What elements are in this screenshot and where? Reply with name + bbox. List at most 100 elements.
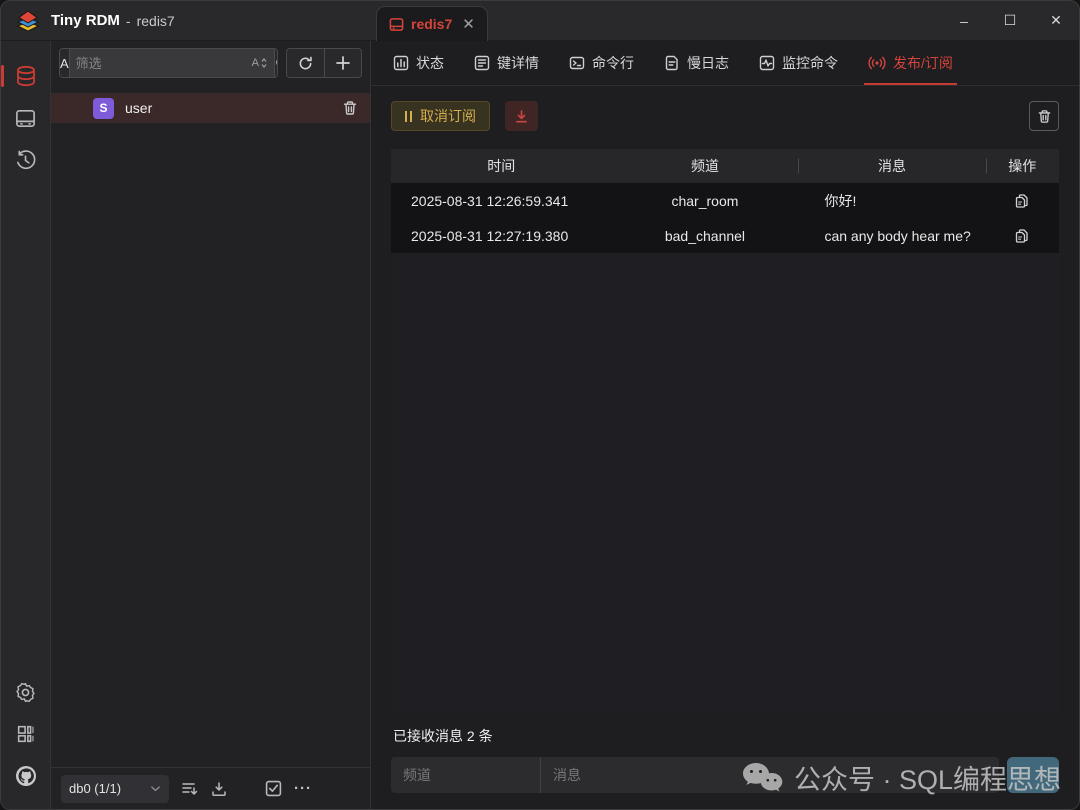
tab-status[interactable]: 状态 bbox=[393, 41, 444, 85]
trash-icon bbox=[342, 100, 358, 116]
key-type-badge: S bbox=[93, 98, 114, 119]
titlebar: Tiny RDM - redis7 redis7 ✕ – ☐ ✕ bbox=[1, 1, 1079, 41]
checkbox-icon bbox=[265, 780, 282, 797]
db-selector-value: db0 (1/1) bbox=[69, 781, 121, 796]
minimize-button[interactable]: – bbox=[941, 1, 987, 40]
window-controls: – ☐ ✕ bbox=[941, 1, 1079, 40]
cell-channel: bad_channel bbox=[611, 228, 798, 244]
app-title: Tiny RDM bbox=[51, 12, 120, 29]
main-content: 状态 键详情 命令行 bbox=[371, 41, 1079, 809]
key-name: user bbox=[125, 100, 342, 116]
clear-messages-button[interactable] bbox=[1029, 101, 1059, 131]
unsubscribe-button[interactable]: 取消订阅 bbox=[391, 101, 490, 131]
import-button[interactable] bbox=[211, 781, 227, 797]
database-icon bbox=[14, 64, 38, 88]
tab-close-icon[interactable]: ✕ bbox=[462, 17, 475, 32]
server-icon bbox=[389, 17, 404, 32]
filter-input[interactable] bbox=[76, 56, 252, 71]
tab-pubsub[interactable]: 发布/订阅 bbox=[868, 41, 953, 85]
tab-cli-label: 命令行 bbox=[592, 53, 634, 73]
table-empty-area bbox=[391, 253, 1059, 713]
key-tree: S user bbox=[51, 85, 370, 767]
cell-message: 你好! bbox=[798, 191, 985, 211]
titlebar-connection: redis7 bbox=[137, 13, 175, 29]
received-summary: 已接收消息 2 条 bbox=[393, 726, 1057, 746]
match-mode-button[interactable]: A bbox=[60, 49, 70, 77]
bar-chart-icon bbox=[393, 55, 409, 71]
titlebar-separator: - bbox=[126, 13, 131, 29]
tab-monitor-label: 监控命令 bbox=[782, 53, 838, 73]
header-message: 消息 bbox=[798, 156, 985, 176]
cell-channel: char_room bbox=[611, 193, 798, 209]
cell-time: 2025-08-31 12:27:19.380 bbox=[391, 228, 611, 244]
pubsub-view: 取消订阅 bbox=[371, 86, 1079, 809]
rail-item-browser[interactable] bbox=[6, 55, 46, 97]
history-clock-icon bbox=[14, 149, 37, 172]
publish-message-input[interactable] bbox=[541, 757, 999, 793]
table-row: 2025-08-31 12:27:19.380 bad_channel can … bbox=[391, 218, 1059, 253]
tab-key-detail-label: 键详情 bbox=[497, 53, 539, 73]
connection-tab[interactable]: redis7 ✕ bbox=[376, 6, 488, 41]
refresh-button[interactable] bbox=[287, 49, 324, 77]
cell-time: 2025-08-31 12:26:59.341 bbox=[391, 193, 611, 209]
pause-icon bbox=[405, 111, 412, 122]
plus-icon bbox=[336, 56, 350, 70]
browser-panel: A A bbox=[51, 41, 371, 809]
app-logo-icon bbox=[15, 8, 41, 34]
view-tabs: 状态 键详情 命令行 bbox=[371, 41, 1079, 86]
gear-icon bbox=[14, 681, 37, 704]
export-messages-button[interactable] bbox=[505, 101, 538, 131]
more-actions-button[interactable]: ··· bbox=[294, 780, 312, 797]
refresh-icon bbox=[298, 56, 313, 71]
tab-slow-log[interactable]: 慢日志 bbox=[664, 41, 729, 85]
slow-log-icon bbox=[664, 55, 680, 71]
header-channel: 频道 bbox=[611, 156, 798, 176]
publish-button[interactable] bbox=[1007, 757, 1059, 793]
tab-cli[interactable]: 命令行 bbox=[569, 41, 634, 85]
trash-icon bbox=[1037, 109, 1052, 124]
tab-pubsub-label: 发布/订阅 bbox=[893, 53, 953, 73]
unsubscribe-label: 取消订阅 bbox=[420, 106, 476, 126]
close-button[interactable]: ✕ bbox=[1033, 1, 1079, 40]
tab-monitor[interactable]: 监控命令 bbox=[759, 41, 838, 85]
rail-item-settings[interactable] bbox=[6, 671, 46, 713]
publish-channel-input[interactable] bbox=[391, 757, 540, 793]
broadcast-icon bbox=[868, 55, 886, 71]
rail-item-report[interactable] bbox=[6, 713, 46, 755]
checkbox-mode-button[interactable] bbox=[265, 780, 282, 797]
copy-message-button[interactable] bbox=[1014, 228, 1030, 244]
import-icon bbox=[211, 781, 227, 797]
tab-slow-log-label: 慢日志 bbox=[687, 53, 729, 73]
chevron-down-icon bbox=[150, 783, 161, 794]
terminal-icon bbox=[569, 55, 585, 71]
copy-icon bbox=[1014, 193, 1030, 209]
add-key-button[interactable] bbox=[324, 49, 361, 77]
sidebar-rail bbox=[1, 41, 51, 809]
filter-row: A A bbox=[51, 41, 370, 85]
panel-bottom-bar: db0 (1/1) bbox=[51, 767, 370, 809]
tree-item-user[interactable]: S user bbox=[51, 93, 370, 123]
sort-icon[interactable]: A bbox=[252, 57, 268, 69]
tab-status-label: 状态 bbox=[416, 53, 444, 73]
db-selector[interactable]: db0 (1/1) bbox=[61, 775, 169, 803]
maximize-button[interactable]: ☐ bbox=[987, 1, 1033, 40]
tab-key-detail[interactable]: 键详情 bbox=[474, 41, 539, 85]
header-time: 时间 bbox=[391, 156, 611, 176]
table-row: 2025-08-31 12:26:59.341 char_room 你好! bbox=[391, 183, 1059, 218]
search-button[interactable] bbox=[274, 49, 278, 77]
rail-item-server[interactable] bbox=[6, 97, 46, 139]
rail-item-history[interactable] bbox=[6, 139, 46, 181]
publish-row bbox=[391, 757, 1059, 793]
copy-icon bbox=[1014, 228, 1030, 244]
copy-message-button[interactable] bbox=[1014, 193, 1030, 209]
cell-message: can any body hear me? bbox=[798, 228, 985, 244]
rail-item-github[interactable] bbox=[6, 755, 46, 797]
header-action: 操作 bbox=[986, 156, 1059, 176]
delete-key-button[interactable] bbox=[342, 100, 358, 116]
key-detail-icon bbox=[474, 55, 490, 71]
pubsub-toolbar: 取消订阅 bbox=[391, 101, 1059, 131]
app-window: Tiny RDM - redis7 redis7 ✕ – ☐ ✕ bbox=[0, 0, 1080, 810]
load-all-button[interactable] bbox=[181, 781, 199, 797]
grid-icon bbox=[15, 723, 37, 745]
monitor-icon bbox=[759, 55, 775, 71]
